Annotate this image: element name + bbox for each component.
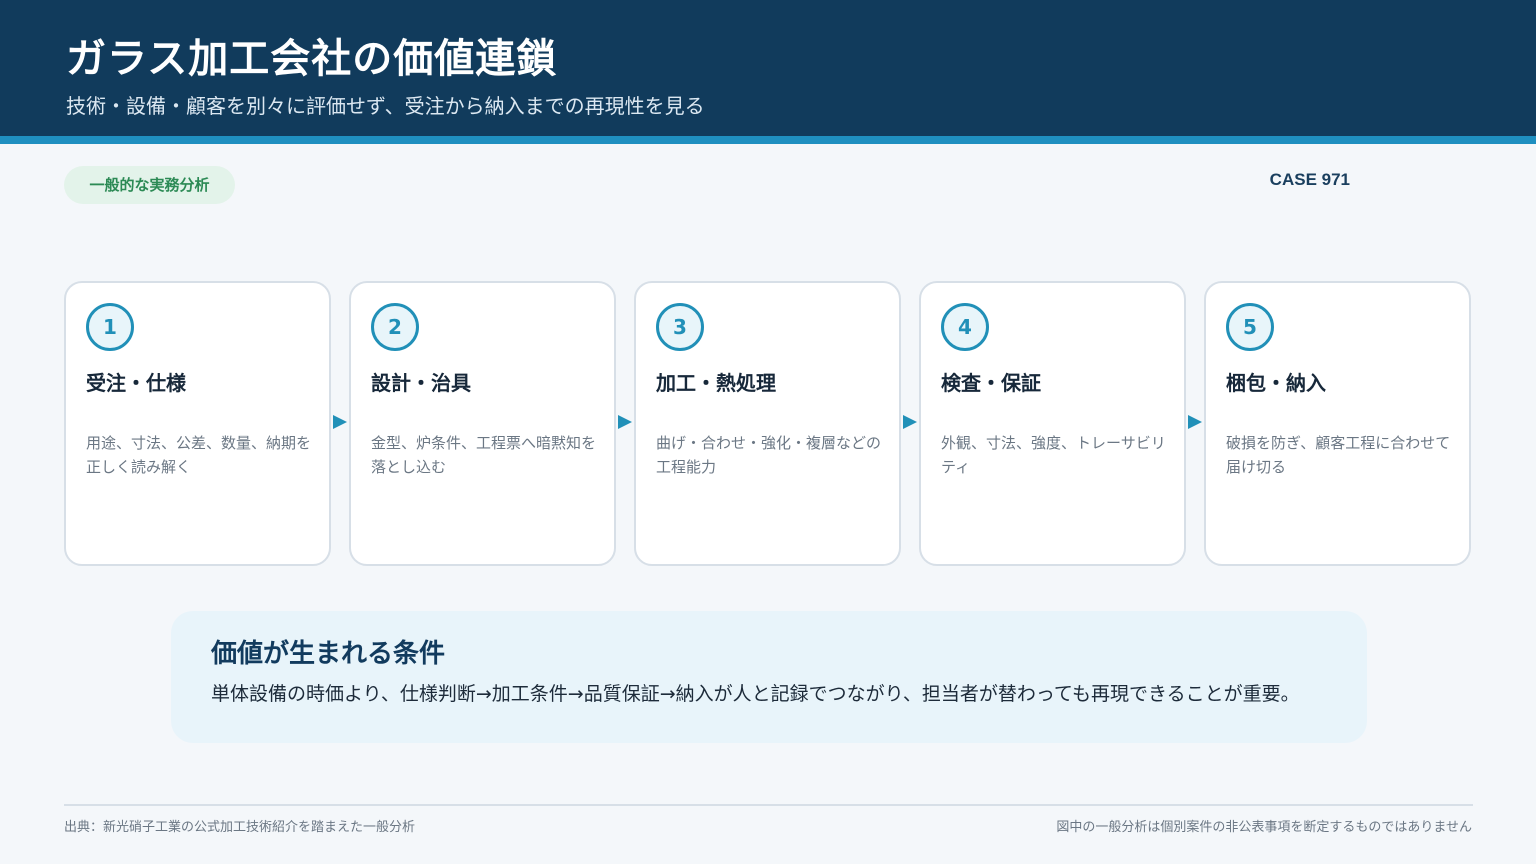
step-description: 曲げ・合わせ・強化・複層などの工程能力 (656, 434, 882, 476)
case-label: CASE 971 (1269, 170, 1350, 189)
step-description: 外観、寸法、強度、トレーサビリティ (941, 434, 1166, 476)
step-card-2: 2 設計・治具 金型、炉条件、工程票へ暗黙知を落とし込む (349, 281, 616, 566)
step-title: 受注・仕様 (86, 371, 186, 395)
step-number-badge: 4 (941, 303, 989, 351)
header-accent-stripe (0, 136, 1536, 144)
analysis-type-badge: 一般的な実務分析 (64, 166, 235, 204)
step-number-badge: 2 (371, 303, 419, 351)
flow-arrow-icon (903, 415, 917, 429)
footer-disclaimer: 図中の一般分析は個別案件の非公表事項を断定するものではありません (1056, 820, 1472, 835)
step-title: 設計・治具 (371, 371, 471, 395)
step-number-badge: 3 (656, 303, 704, 351)
step-number-badge: 5 (1226, 303, 1274, 351)
flow-arrow-icon (1188, 415, 1202, 429)
page-subtitle: 技術・設備・顧客を別々に評価せず、受注から納入までの再現性を見る (66, 94, 705, 118)
footer-divider (64, 804, 1473, 806)
step-description: 金型、炉条件、工程票へ暗黙知を落とし込む (371, 434, 597, 476)
page-title: ガラス加工会社の価値連鎖 (66, 36, 558, 82)
value-condition-panel: 価値が生まれる条件 単体設備の時価より、仕様判断→加工条件→品質保証→納入が人と… (171, 611, 1367, 743)
step-title: 梱包・納入 (1226, 371, 1326, 395)
step-title: 検査・保証 (941, 371, 1041, 395)
condition-text: 単体設備の時価より、仕様判断→加工条件→品質保証→納入が人と記録でつながり、担当… (211, 683, 1300, 705)
header-bar: ガラス加工会社の価値連鎖 技術・設備・顧客を別々に評価せず、受注から納入までの再… (0, 0, 1536, 136)
step-number-badge: 1 (86, 303, 134, 351)
footer-source: 出典：新光硝子工業の公式加工技術紹介を踏まえた一般分析 (64, 820, 416, 835)
step-title: 加工・熱処理 (656, 371, 776, 395)
step-card-4: 4 検査・保証 外観、寸法、強度、トレーサビリティ (919, 281, 1186, 566)
step-card-5: 5 梱包・納入 破損を防ぎ、顧客工程に合わせて届け切る (1204, 281, 1471, 566)
condition-title: 価値が生まれる条件 (211, 639, 446, 669)
step-description: 破損を防ぎ、顧客工程に合わせて届け切る (1226, 434, 1451, 476)
step-description: 用途、寸法、公差、数量、納期を正しく読み解く (86, 434, 312, 476)
step-card-3: 3 加工・熱処理 曲げ・合わせ・強化・複層などの工程能力 (634, 281, 901, 566)
flow-arrow-icon (618, 415, 632, 429)
step-card-1: 1 受注・仕様 用途、寸法、公差、数量、納期を正しく読み解く (64, 281, 331, 566)
flow-arrow-icon (333, 415, 347, 429)
